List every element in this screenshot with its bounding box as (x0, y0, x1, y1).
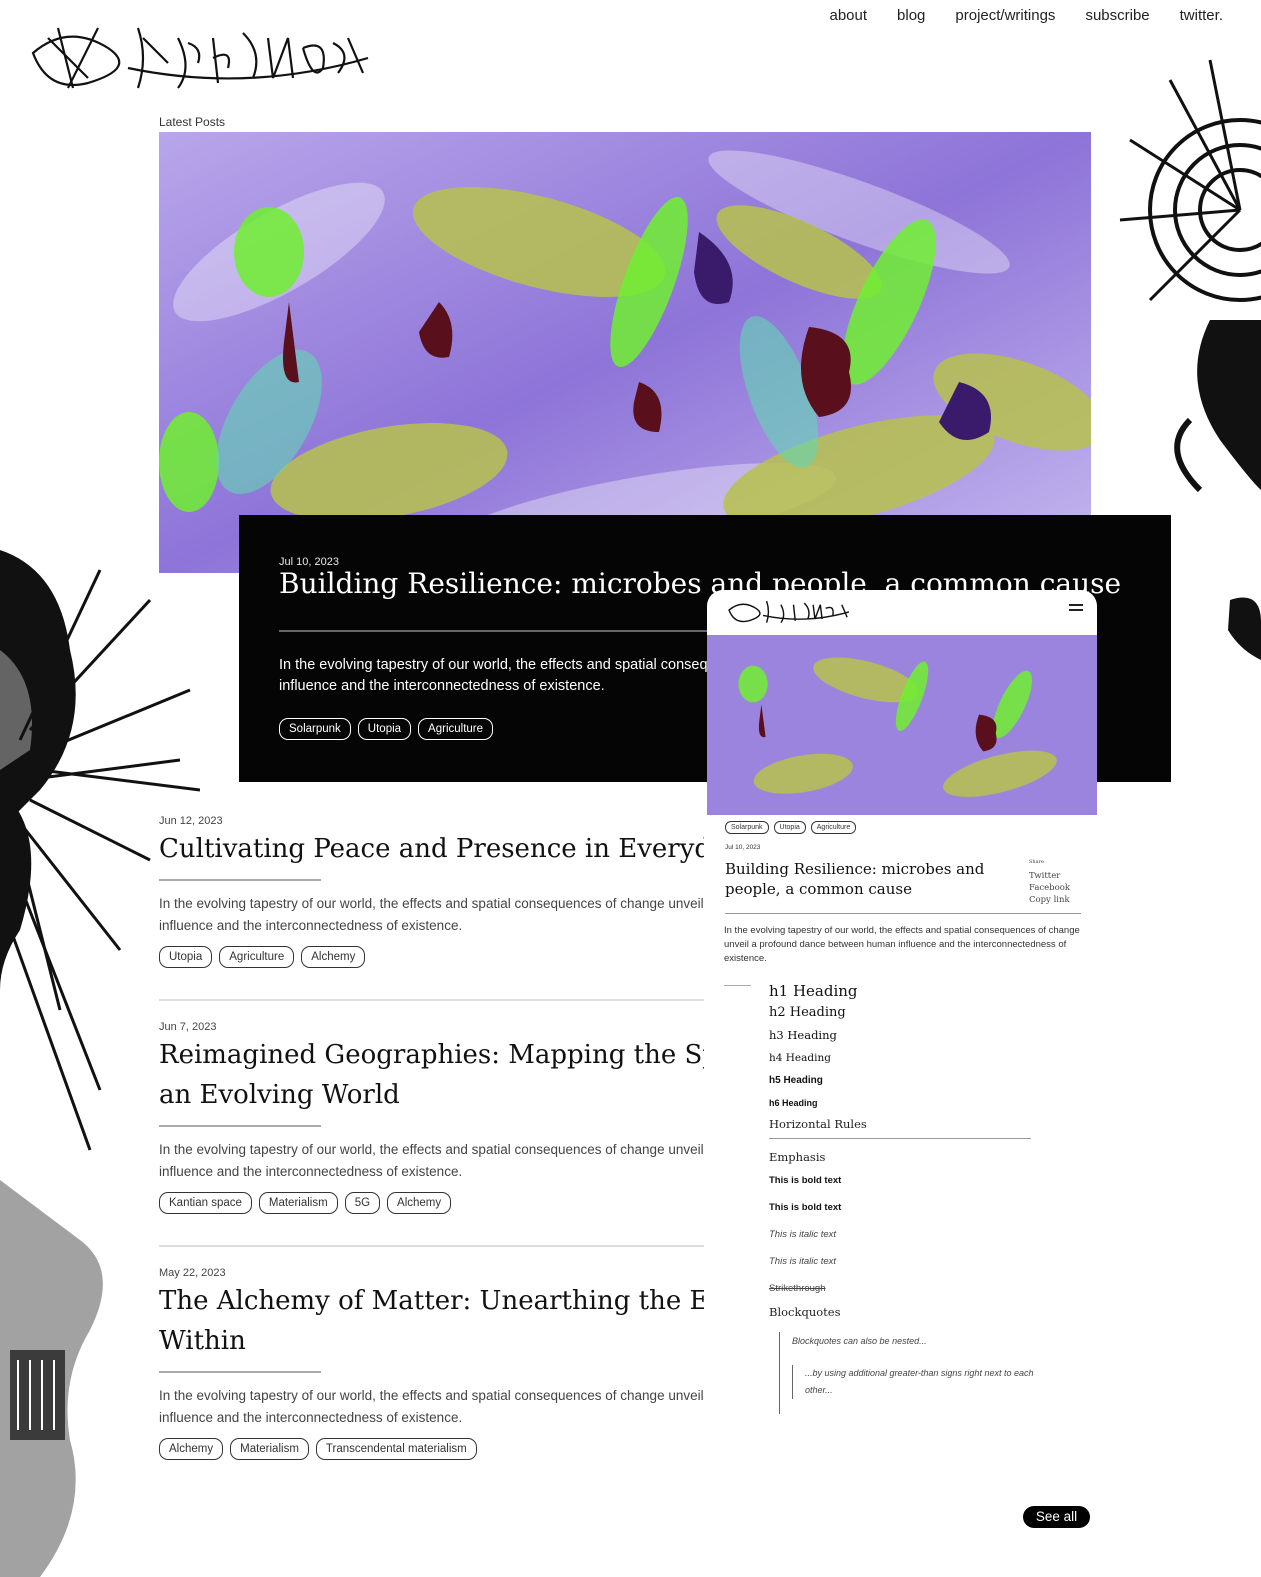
horizontal-rules-label: Horizontal Rules (769, 1117, 867, 1131)
mobile-title-divider (725, 913, 1081, 914)
sample-horizontal-rule (769, 1138, 1031, 1139)
share-twitter-link[interactable]: Twitter (1029, 870, 1070, 882)
shell-fragment-illustration (1228, 597, 1261, 660)
nested-blockquote-text: ...by using additional greater-than sign… (805, 1368, 1034, 1395)
tag-solarpunk[interactable]: Solarpunk (279, 718, 351, 740)
tag-agriculture[interactable]: Agriculture (810, 821, 857, 834)
nav-about[interactable]: about (829, 7, 867, 24)
mobile-featured-image (707, 635, 1097, 815)
mobile-article-body: h1 Heading h2 Heading h3 Heading h4 Head… (769, 980, 1069, 1414)
post-divider (159, 1371, 321, 1373)
post-excerpt-line-1: In the evolving tapestry of our world, t… (159, 1388, 704, 1403)
see-all-button[interactable]: See all (1023, 1506, 1090, 1528)
mobile-short-rule (724, 985, 751, 986)
ruins-illustration (0, 1180, 103, 1577)
post-title[interactable]: The Alchemy of Matter: Unearthing the Et… (159, 1281, 704, 1361)
tag-kantian-space[interactable]: Kantian space (159, 1192, 252, 1214)
thistle-logo-icon (728, 600, 850, 624)
sample-h6: h6 Heading (769, 1098, 818, 1108)
emphasis-label: Emphasis (769, 1150, 826, 1164)
sample-italic-text: This is italic text (769, 1229, 837, 1240)
top-nav: about blog project/writings subscribe tw… (829, 7, 1223, 24)
post-title-line-2: an Evolving World (159, 1080, 400, 1110)
post-excerpt-line-2: influence and the interconnectedness of … (159, 1410, 463, 1425)
tag-materialism[interactable]: Materialism (230, 1438, 309, 1460)
sample-strikethrough-text: Strikethrough (769, 1283, 826, 1294)
post-tags: Utopia Agriculture Alchemy (159, 946, 704, 968)
post-item[interactable]: May 22, 2023 The Alchemy of Matter: Unea… (159, 1267, 704, 1460)
sample-bold-text: This is bold text (769, 1175, 842, 1186)
post-date: Jun 7, 2023 (159, 1021, 217, 1033)
tag-solarpunk[interactable]: Solarpunk (725, 821, 769, 834)
tag-materialism[interactable]: Materialism (258, 1192, 338, 1214)
share-links: Share Twitter Facebook Copy link (1029, 856, 1070, 906)
post-tags: Alchemy Materialism Transcendental mater… (159, 1438, 704, 1460)
share-facebook-link[interactable]: Facebook (1029, 882, 1070, 894)
tag-agriculture[interactable]: Agriculture (418, 718, 494, 740)
tag-utopia[interactable]: Utopia (159, 946, 213, 968)
share-label: Share (1029, 859, 1044, 865)
featured-post-divider (279, 630, 719, 632)
site-logo[interactable] (28, 8, 373, 103)
sample-bold-text: This is bold text (769, 1202, 842, 1213)
sample-h4: h4 Heading (769, 1052, 831, 1064)
tag-agriculture[interactable]: Agriculture (219, 946, 295, 968)
tag-alchemy[interactable]: Alchemy (387, 1192, 452, 1214)
post-title-line-2: Within (159, 1326, 246, 1356)
post-title[interactable]: Cultivating Peace and Presence in Everyd… (159, 829, 704, 869)
mobile-preview: Solarpunk Utopia Agriculture Jul 10, 202… (707, 590, 1097, 1435)
post-separator (159, 1245, 704, 1247)
post-tags: Kantian space Materialism 5G Alchemy (159, 1192, 704, 1214)
sample-italic-text: This is italic text (769, 1256, 837, 1267)
mobile-post-title: Building Resilience: microbes and people… (725, 860, 985, 898)
sample-h3: h3 Heading (769, 1028, 837, 1042)
post-excerpt-line-2: influence and the interconnectedness of … (159, 918, 463, 933)
post-title-line-1: Reimagined Geographies: Mapping the Spat… (159, 1040, 704, 1070)
post-item[interactable]: Jun 12, 2023 Cultivating Peace and Prese… (159, 815, 704, 968)
nav-projects-writings[interactable]: project/writings (955, 7, 1055, 24)
tag-alchemy[interactable]: Alchemy (159, 1438, 224, 1460)
hamburger-menu-icon[interactable] (1069, 604, 1083, 614)
mobile-post-date: Jul 10, 2023 (725, 844, 761, 851)
post-separator (159, 999, 704, 1001)
post-divider (159, 879, 321, 881)
shell-illustration (1119, 59, 1261, 493)
tag-5g[interactable]: 5G (344, 1192, 381, 1214)
featured-post-image[interactable] (159, 132, 1091, 573)
tag-alchemy[interactable]: Alchemy (301, 946, 366, 968)
post-title-line-1: The Alchemy of Matter: Unearthing the Et… (159, 1286, 704, 1316)
share-copy-link[interactable]: Copy link (1029, 894, 1070, 906)
post-divider (159, 1125, 321, 1127)
sample-h2: h2 Heading (769, 1005, 846, 1020)
tag-utopia[interactable]: Utopia (357, 718, 412, 740)
tag-utopia[interactable]: Utopia (773, 821, 806, 834)
tag-transcendental-materialism[interactable]: Transcendental materialism (315, 1438, 477, 1460)
sample-h5: h5 Heading (769, 1075, 823, 1086)
blockquotes-label: Blockquotes (769, 1305, 841, 1319)
post-date: Jun 12, 2023 (159, 815, 223, 827)
post-excerpt-line-2: influence and the interconnectedness of … (159, 1164, 463, 1179)
blockquote-text: Blockquotes can also be nested... (792, 1336, 927, 1346)
latest-posts-label: Latest Posts (159, 115, 226, 129)
post-excerpt-line-1: In the evolving tapestry of our world, t… (159, 896, 704, 911)
featured-post-tags: Solarpunk Utopia Agriculture (279, 718, 494, 740)
post-date: May 22, 2023 (159, 1267, 226, 1279)
mobile-site-logo[interactable] (719, 594, 859, 628)
mobile-post-excerpt: In the evolving tapestry of our world, t… (724, 925, 1080, 964)
post-title[interactable]: Reimagined Geographies: Mapping the Spat… (159, 1035, 704, 1115)
sample-h1: h1 Heading (769, 982, 858, 1000)
nav-subscribe[interactable]: subscribe (1085, 7, 1149, 24)
nav-blog[interactable]: blog (897, 7, 925, 24)
nested-blockquote: ...by using additional greater-than sign… (792, 1365, 1069, 1399)
mobile-post-tags: Solarpunk Utopia Agriculture (725, 821, 857, 834)
thistle-logo-icon (31, 27, 369, 89)
post-excerpt-line-1: In the evolving tapestry of our world, t… (159, 1142, 704, 1157)
nav-twitter[interactable]: twitter. (1180, 7, 1223, 24)
sample-blockquote: Blockquotes can also be nested... ...by … (779, 1332, 1069, 1414)
post-item[interactable]: Jun 7, 2023 Reimagined Geographies: Mapp… (159, 1021, 704, 1214)
